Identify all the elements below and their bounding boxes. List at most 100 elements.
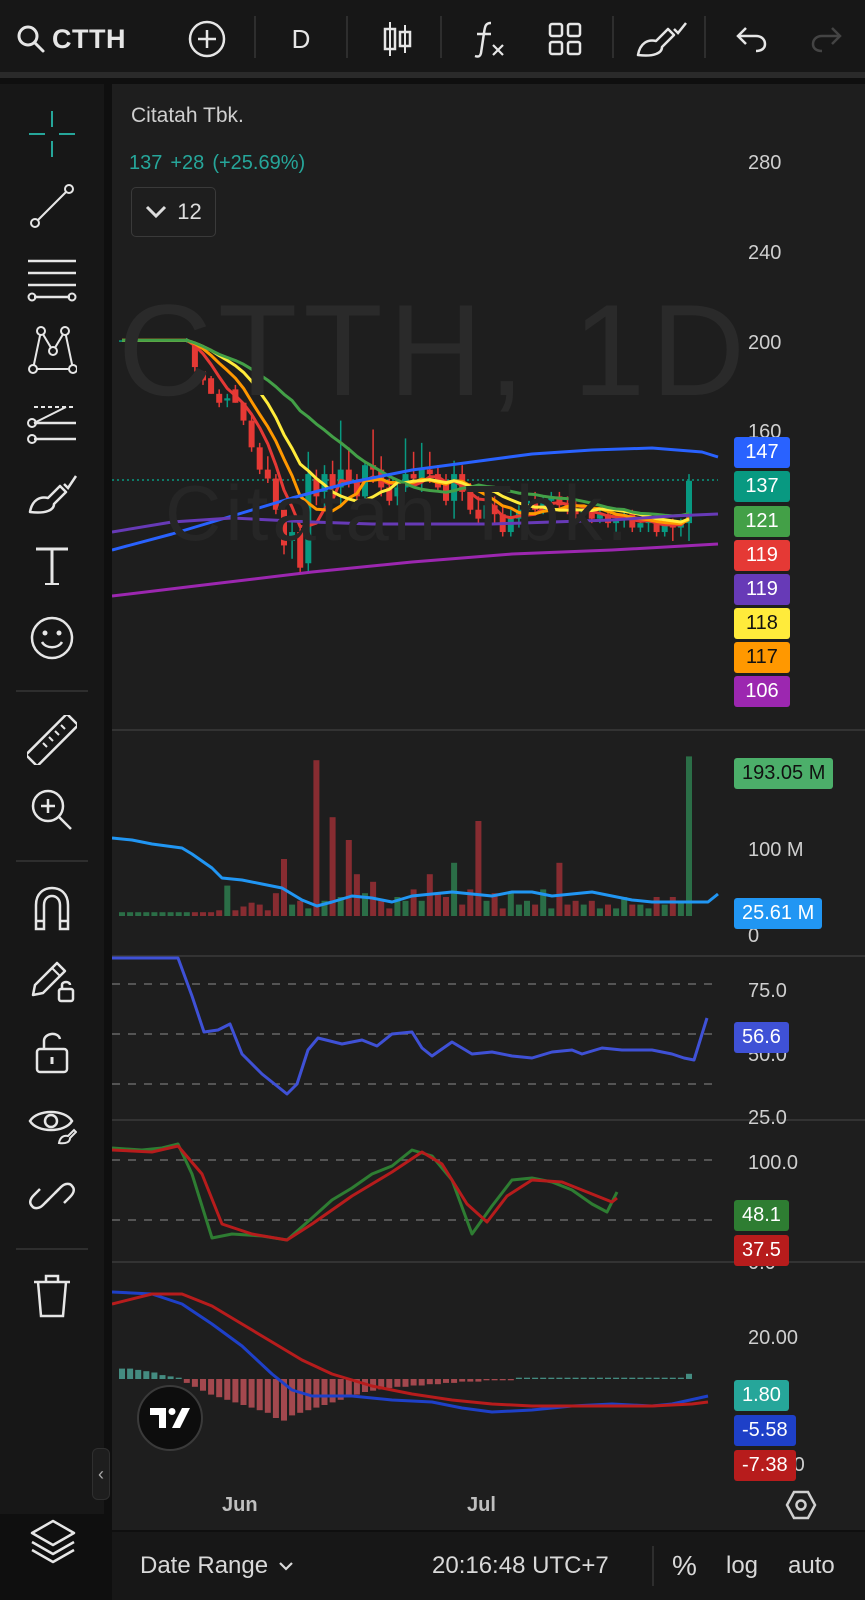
macd-histogram-bar [467, 1379, 474, 1382]
collapse-toolbar-button[interactable]: ‹ [92, 1448, 110, 1500]
volume-bar [151, 912, 158, 916]
macd-histogram-bar [159, 1375, 166, 1379]
zoom-in-icon [31, 789, 72, 830]
macd-histogram-bar [240, 1379, 247, 1405]
volume-bar [175, 912, 182, 916]
legend-price-change: 137 +28 (+25.69%) [129, 152, 313, 175]
forecast-tool[interactable] [22, 394, 82, 450]
macd-histogram-bar [386, 1379, 393, 1389]
volume-bar [483, 900, 490, 916]
volume-axis-label: 100 M [748, 839, 804, 861]
candles-icon [383, 22, 412, 56]
drawing-template-button[interactable] [632, 0, 690, 78]
chart-type-button[interactable] [374, 0, 420, 78]
undo-button[interactable] [728, 0, 774, 78]
unlock-icon [35, 1032, 69, 1074]
volume-bar [378, 900, 385, 916]
volume-bar [289, 904, 296, 916]
macd-histogram-bar [313, 1379, 320, 1408]
macd-histogram-bar [621, 1377, 628, 1379]
volume-bar [661, 904, 668, 916]
volume-bar [532, 904, 539, 916]
tradingview-logo[interactable] [137, 1385, 203, 1451]
volume-bar [515, 904, 522, 916]
watermark-name: Citatah Tbk. [165, 469, 633, 557]
brush-tool[interactable] [22, 466, 82, 522]
stoch-axis-label: 100.0 [748, 1152, 799, 1174]
volume-bar [645, 908, 652, 916]
hide-tool[interactable] [22, 1096, 82, 1152]
plus-circle-icon [188, 20, 226, 58]
macd-histogram-bar [532, 1377, 539, 1379]
remove-drawings-button[interactable] [22, 1268, 82, 1324]
link-tool[interactable] [22, 1168, 82, 1224]
crosshair-icon [29, 111, 75, 157]
interval-button[interactable]: D [278, 0, 324, 78]
volume-bar [434, 893, 441, 916]
chart-settings-button[interactable] [784, 1488, 818, 1522]
trash-icon [34, 1274, 70, 1318]
text-tool[interactable] [22, 538, 82, 594]
volume-bar [629, 904, 636, 916]
macd-histogram-bar [540, 1377, 547, 1379]
trend-line-tool[interactable] [22, 178, 82, 234]
macd-line-tag: -5.58 [734, 1415, 796, 1446]
date-range-button[interactable]: Date Range [140, 1532, 294, 1600]
unlock-tool[interactable] [22, 1024, 82, 1080]
zoom-tool[interactable] [22, 782, 82, 838]
macd-histogram-tag: 1.80 [734, 1380, 789, 1411]
magnet-tool[interactable] [22, 880, 82, 936]
ruler-tool[interactable] [22, 712, 82, 768]
indicators-toggle-button[interactable]: 12 [131, 187, 216, 237]
macd-histogram-bar [588, 1377, 595, 1379]
volume-bar [224, 885, 231, 916]
emoji-tool[interactable] [22, 610, 82, 666]
auto-scale-button[interactable]: auto [788, 1532, 835, 1600]
ruler-icon [27, 715, 77, 765]
macd-histogram-bar [191, 1379, 198, 1387]
toolbar-divider [254, 16, 256, 58]
volume-bar [564, 904, 571, 916]
volume-bar [167, 912, 174, 916]
macd-histogram-bar [143, 1371, 150, 1379]
indicators-button[interactable] [466, 0, 512, 78]
log-scale-button[interactable]: log [726, 1532, 758, 1600]
symbol-search[interactable]: CTTH [16, 0, 126, 78]
smiley-icon [30, 616, 74, 660]
macd-histogram-bar [661, 1377, 668, 1379]
volume-bar [402, 900, 409, 916]
timezone-clock[interactable]: 20:16:48 UTC+7 [432, 1532, 609, 1600]
price-axis-label: 280 [748, 152, 782, 174]
crosshair-tool[interactable] [22, 106, 82, 162]
redo-button[interactable] [804, 0, 850, 78]
magnet-icon [34, 886, 70, 931]
macd-histogram-bar [289, 1379, 296, 1416]
legend-last: 137 [129, 152, 163, 174]
volume-bar [548, 908, 555, 916]
brush-icon [28, 475, 78, 514]
legend-change-pct: (+25.69%) [212, 152, 306, 174]
volume-bar [613, 908, 620, 916]
macd-histogram-bar [264, 1379, 271, 1413]
percent-scale-button[interactable]: % [672, 1532, 697, 1600]
chevron-down-icon [146, 205, 167, 219]
volume-bar [216, 910, 223, 916]
price-line-tag: 119 [734, 540, 790, 571]
volume-bar [208, 912, 215, 916]
macd-histogram-bar [232, 1379, 239, 1403]
macd-histogram-bar [256, 1379, 263, 1411]
layout-button[interactable] [542, 0, 588, 78]
macd-histogram-bar [329, 1379, 336, 1403]
compare-button[interactable] [184, 0, 230, 78]
fib-tool[interactable] [22, 250, 82, 306]
settings-hexagon-icon [785, 1490, 817, 1520]
lock-drawings-tool[interactable] [22, 952, 82, 1008]
macd-histogram-bar [183, 1379, 190, 1383]
macd-histogram-bar [216, 1379, 223, 1398]
macd-histogram-bar [135, 1369, 142, 1379]
macd-histogram-bar [605, 1377, 611, 1379]
pattern-tool[interactable] [22, 322, 82, 378]
volume-bar [669, 897, 676, 916]
object-tree-button[interactable] [28, 1516, 78, 1566]
volume-bar [297, 900, 304, 916]
